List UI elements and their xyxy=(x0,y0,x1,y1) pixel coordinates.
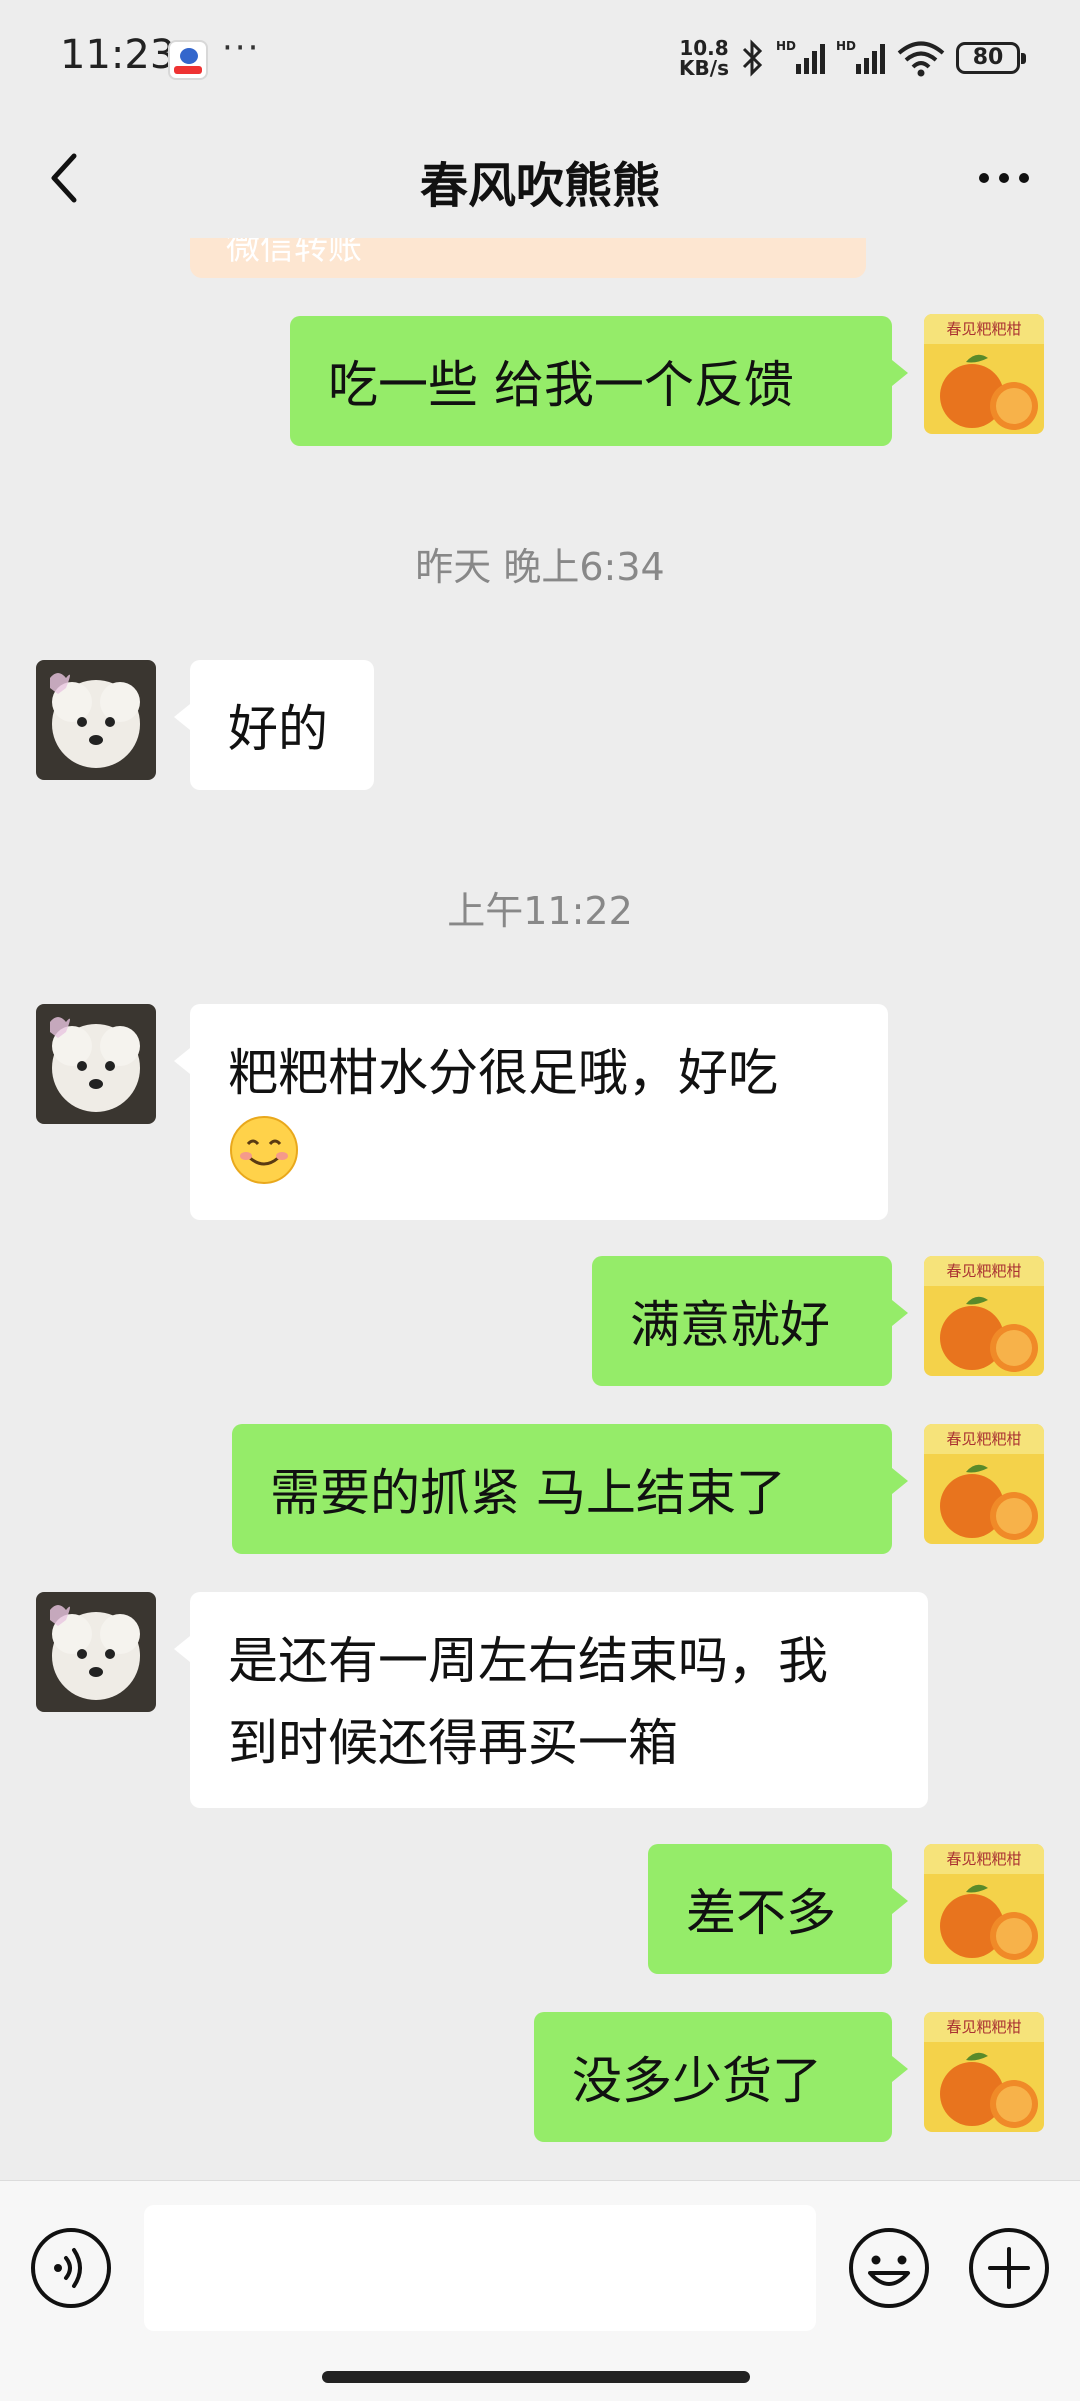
dog-avatar-icon xyxy=(36,1592,156,1712)
battery-icon: 80 xyxy=(956,42,1026,74)
emoji-face-icon xyxy=(849,2228,929,2308)
emoji-button[interactable] xyxy=(846,2225,932,2311)
voice-icon xyxy=(31,2228,111,2308)
message-list[interactable]: 微信转账 春见粑粑柑 吃一些 给我一个反馈 昨天 晚上6:34 好的 上午11:… xyxy=(0,238,1080,2180)
signal-hd-icon: HD xyxy=(836,38,886,78)
network-speed-value: 10.8 xyxy=(679,36,729,60)
more-options-button[interactable] xyxy=(964,148,1044,208)
message-bubble-incoming[interactable]: 是还有一周左右结束吗，我 到时候还得再买一箱 xyxy=(174,1592,928,1808)
self-avatar[interactable]: 春见粑粑柑 xyxy=(924,1256,1044,1376)
plus-icon xyxy=(969,2228,1049,2308)
dog-avatar-icon xyxy=(36,660,156,780)
more-dots-icon xyxy=(979,173,1029,183)
contact-avatar[interactable] xyxy=(36,660,156,780)
wifi-icon xyxy=(896,38,946,78)
smile-emoji-icon xyxy=(228,1114,300,1210)
self-avatar[interactable]: 春见粑粑柑 xyxy=(924,2012,1044,2132)
self-avatar[interactable]: 春见粑粑柑 xyxy=(924,1424,1044,1544)
message-input[interactable] xyxy=(144,2205,816,2331)
orange-avatar-icon: 春见粑粑柑 xyxy=(924,1256,1044,1376)
home-indicator[interactable] xyxy=(322,2371,750,2383)
baidu-app-icon xyxy=(168,40,208,80)
self-avatar-label: 春见粑粑柑 xyxy=(946,1262,1021,1280)
input-bar xyxy=(0,2180,1080,2401)
message-timestamp: 上午11:22 xyxy=(447,889,633,933)
message-bubble-outgoing[interactable]: 没多少货了 xyxy=(534,2012,908,2142)
transfer-card-partial[interactable]: 微信转账 xyxy=(190,238,866,278)
self-avatar-label: 春见粑粑柑 xyxy=(946,2018,1021,2036)
svg-text:HD: HD xyxy=(776,39,796,53)
voice-button[interactable] xyxy=(28,2225,114,2311)
contact-avatar[interactable] xyxy=(36,1592,156,1712)
message-timestamp: 昨天 晚上6:34 xyxy=(415,545,665,589)
status-time: 11:23 xyxy=(60,32,176,78)
message-bubble-incoming[interactable]: 好的 xyxy=(174,660,374,790)
message-text: 粑粑柑水分很足哦，好吃 xyxy=(228,1044,778,1102)
orange-avatar-icon: 春见粑粑柑 xyxy=(924,314,1044,434)
orange-avatar-icon: 春见粑粑柑 xyxy=(924,1424,1044,1544)
notification-dots: ··· xyxy=(222,28,261,68)
self-avatar-label: 春见粑粑柑 xyxy=(946,1430,1021,1448)
svg-text:HD: HD xyxy=(836,39,856,53)
status-bar: 11:23 ··· 10.8 KB/s HD HD 80 xyxy=(0,0,1080,118)
message-bubble-outgoing[interactable]: 差不多 xyxy=(648,1844,908,1974)
message-bubble-incoming[interactable]: 粑粑柑水分很足哦，好吃 xyxy=(174,1004,888,1220)
orange-avatar-icon: 春见粑粑柑 xyxy=(924,2012,1044,2132)
status-right-group: 10.8 KB/s HD HD 80 xyxy=(678,34,1026,82)
message-bubble-outgoing[interactable]: 吃一些 给我一个反馈 xyxy=(290,316,908,446)
chat-title: 春风吹熊熊 xyxy=(419,158,660,214)
network-speed: 10.8 KB/s xyxy=(678,38,730,78)
self-avatar[interactable]: 春见粑粑柑 xyxy=(924,1844,1044,1964)
self-avatar-label: 春见粑粑柑 xyxy=(946,1850,1021,1868)
message-text-line: 是还有一周左右结束吗，我 xyxy=(228,1632,828,1690)
orange-avatar-icon: 春见粑粑柑 xyxy=(924,1844,1044,1964)
bluetooth-icon xyxy=(740,38,766,78)
self-avatar-label: 春见粑粑柑 xyxy=(946,320,1021,338)
message-text-line: 到时候还得再买一箱 xyxy=(228,1714,678,1772)
message-bubble-outgoing[interactable]: 满意就好 xyxy=(592,1256,908,1386)
network-speed-unit: KB/s xyxy=(679,56,729,80)
dog-avatar-icon xyxy=(36,1004,156,1124)
more-actions-button[interactable] xyxy=(966,2225,1052,2311)
self-avatar[interactable]: 春见粑粑柑 xyxy=(924,314,1044,434)
transfer-card-label: 微信转账 xyxy=(226,238,362,268)
contact-avatar[interactable] xyxy=(36,1004,156,1124)
chat-header: 春风吹熊熊 xyxy=(0,118,1080,238)
signal-hd-icon: HD xyxy=(776,38,826,78)
message-bubble-outgoing[interactable]: 需要的抓紧 马上结束了 xyxy=(232,1424,908,1554)
